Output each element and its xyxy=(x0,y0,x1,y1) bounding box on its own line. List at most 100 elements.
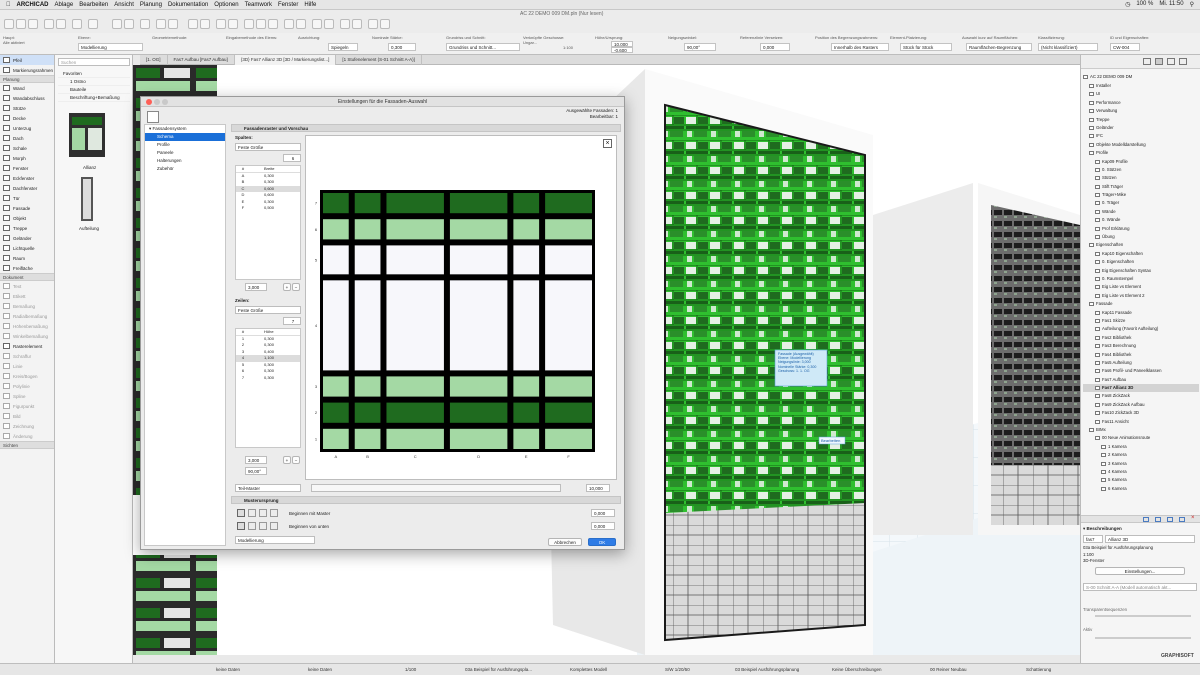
render-icon[interactable] xyxy=(312,19,322,29)
navigator-item[interactable]: 0. Träger xyxy=(1083,199,1199,207)
master-path-field[interactable] xyxy=(311,484,561,492)
info-id[interactable]: ID und Eigenschaften: CW-004 xyxy=(1110,35,1170,51)
navigator-item[interactable]: Fas6 Profil- und Paneelklassen xyxy=(1083,367,1199,375)
navigator-item[interactable]: Treppe xyxy=(1083,116,1199,124)
menu-optionen[interactable]: Optionen xyxy=(214,2,238,8)
origin-bottom-icon[interactable] xyxy=(237,522,245,530)
navigator-item[interactable]: 0. Raumstempel xyxy=(1083,275,1199,283)
origin-center-icon[interactable] xyxy=(259,509,267,517)
tool-bemaßung[interactable]: Bemaßung xyxy=(0,301,54,311)
menu-planung[interactable]: Planung xyxy=(140,2,162,8)
navigator-item[interactable]: Eig Liste vs Element 2 xyxy=(1083,292,1199,300)
project-map-icon[interactable] xyxy=(1143,58,1151,65)
tool-schale[interactable]: Schale xyxy=(0,143,54,153)
info-neigung[interactable]: Neigungswinkel: 90,00° xyxy=(668,35,738,51)
spalten-count-field[interactable]: 6 xyxy=(283,154,301,162)
orbit-icon[interactable] xyxy=(284,19,294,29)
tool-raum[interactable]: Raum xyxy=(0,253,54,263)
schnitt-select[interactable]: S-00 Schnitt A-A (Modell automatisch akt… xyxy=(1083,583,1197,591)
remove-column-button[interactable]: − xyxy=(292,283,300,291)
navigator-item[interactable]: Kap10 Eigenschaften xyxy=(1083,250,1199,258)
tool-änderung[interactable]: Änderung xyxy=(0,431,54,441)
menu-bearbeiten[interactable]: Bearbeiten xyxy=(79,2,108,8)
tool-figurpunkt[interactable]: Figurpunkt xyxy=(0,401,54,411)
favorite-thumbnail-allianz[interactable] xyxy=(69,113,105,157)
info-auswahl-value[interactable]: Raumflächen-Begrenzung xyxy=(966,43,1032,51)
origin-master-icon[interactable] xyxy=(237,509,245,517)
tool-fassade[interactable]: Fassade xyxy=(0,203,54,213)
menu-fenster[interactable]: Fenster xyxy=(278,2,298,8)
info-ausrichtung-value[interactable]: Spiegeln xyxy=(328,43,358,51)
info-platzierung[interactable]: Element-Platzierung: Stück für Stück xyxy=(890,35,952,51)
navigator-item[interactable]: Fas7 Aufbau xyxy=(1083,376,1199,384)
navigator-item[interactable]: 0. Eigenschaften xyxy=(1083,258,1199,266)
navigator-item[interactable]: Performance xyxy=(1083,99,1199,107)
add-row-button[interactable]: + xyxy=(283,456,291,464)
navigator-item[interactable]: Kap09 Profile xyxy=(1083,158,1199,166)
tool-decke[interactable]: Decke xyxy=(0,113,54,123)
info-neigung-value[interactable]: 90,00° xyxy=(684,43,716,51)
navigator-item[interactable]: UI xyxy=(1083,90,1199,98)
navigator-item[interactable]: 0. Stützen xyxy=(1083,166,1199,174)
navigator-item[interactable]: 2 Kamera xyxy=(1083,451,1199,459)
navigator-item[interactable]: Kap11 Fassade xyxy=(1083,309,1199,317)
tool-etikett[interactable]: Etikett xyxy=(0,291,54,301)
fit-window-icon[interactable] xyxy=(268,19,278,29)
add-column-button[interactable]: + xyxy=(283,283,291,291)
new-view-icon[interactable] xyxy=(1143,517,1149,522)
height-field[interactable]: 10,000 xyxy=(586,484,610,492)
favorites-item[interactable]: 1 Ostno xyxy=(58,78,130,86)
info-versatz[interactable]: Referenzlinie Versetzen: 0,000 xyxy=(740,35,808,51)
tool-wandabschluss[interactable]: Wandabschluss xyxy=(0,93,54,103)
tree-item-schema[interactable]: Schema xyxy=(145,133,225,141)
grid-snap-icon[interactable] xyxy=(168,19,178,29)
col-total-field[interactable]: 3,000 xyxy=(245,283,267,291)
close-window-icon[interactable] xyxy=(146,99,152,105)
info-geometrie[interactable]: Geometriemethode: xyxy=(152,35,222,40)
menu-ansicht[interactable]: Ansicht xyxy=(114,2,134,8)
info-ausrichtung[interactable]: Ausrichtung: Spiegeln xyxy=(298,35,358,51)
info-platzierung-value[interactable]: Stück für Stück xyxy=(900,43,952,51)
navigator-item[interactable]: Installer xyxy=(1083,82,1199,90)
navigator-item[interactable]: 6 Kamera xyxy=(1083,485,1199,493)
navigator-item[interactable]: Objekte Modelldarstellung xyxy=(1083,141,1199,149)
dialog-ebene-select[interactable]: Modellierung xyxy=(235,536,315,544)
marquee-icon[interactable] xyxy=(124,19,134,29)
tool-bild[interactable]: Bild xyxy=(0,411,54,421)
tool-lichtquelle[interactable]: Lichtquelle xyxy=(0,243,54,253)
toolbox-section-header[interactable]: Dokument xyxy=(0,273,54,281)
publisher-icon[interactable] xyxy=(1179,58,1187,65)
tool-schraffur[interactable]: Schraffur xyxy=(0,351,54,361)
teil-master-select[interactable]: Teil-Master xyxy=(235,484,301,492)
navigator-item[interactable]: 4 Kamera xyxy=(1083,468,1199,476)
zeilen-mode-select[interactable]: Feste Größe xyxy=(235,306,301,314)
favorites-search-input[interactable]: Suchen xyxy=(58,58,130,66)
tool-linie[interactable]: Linie xyxy=(0,361,54,371)
clone-view-icon[interactable] xyxy=(1155,517,1161,522)
folder-add-icon[interactable] xyxy=(1167,517,1173,522)
origin-top-icon[interactable] xyxy=(259,522,267,530)
layout-book-icon[interactable] xyxy=(1167,58,1175,65)
info-position[interactable]: Position des Begrenzungsrahmens: Innerha… xyxy=(815,35,889,51)
origin-custom-icon[interactable] xyxy=(270,522,278,530)
navigator-item[interactable]: Stützen xyxy=(1083,174,1199,182)
navigator-item[interactable]: Fas9 ZickZack Aufbau xyxy=(1083,401,1199,409)
tool-morph[interactable]: Morph xyxy=(0,153,54,163)
info-ebene[interactable]: Ebene: Modellierung xyxy=(78,35,143,51)
remove-row-button[interactable]: − xyxy=(292,456,300,464)
status-item[interactable]: keine Daten xyxy=(216,667,240,672)
navigator-item[interactable]: Stift Träger xyxy=(1083,183,1199,191)
minimize-window-icon[interactable] xyxy=(154,99,160,105)
row-total-field[interactable]: 3,000 xyxy=(245,456,267,464)
ok-button[interactable]: OK xyxy=(588,538,616,546)
info-versatz-value[interactable]: 0,000 xyxy=(760,43,790,51)
tool-pfeil[interactable]: Pfeil xyxy=(0,55,54,65)
open-file-icon[interactable] xyxy=(16,19,26,29)
tool-treppe[interactable]: Treppe xyxy=(0,223,54,233)
navigator-item[interactable]: IFC xyxy=(1083,132,1199,140)
status-item[interactable]: 03 Beispiel Ausführungsplanung xyxy=(735,667,799,672)
navigator-item[interactable]: Profile xyxy=(1083,149,1199,157)
new-file-icon[interactable] xyxy=(4,19,14,29)
menu-dokumentation[interactable]: Dokumentation xyxy=(168,2,208,8)
navigator-item[interactable]: BIMx xyxy=(1083,426,1199,434)
